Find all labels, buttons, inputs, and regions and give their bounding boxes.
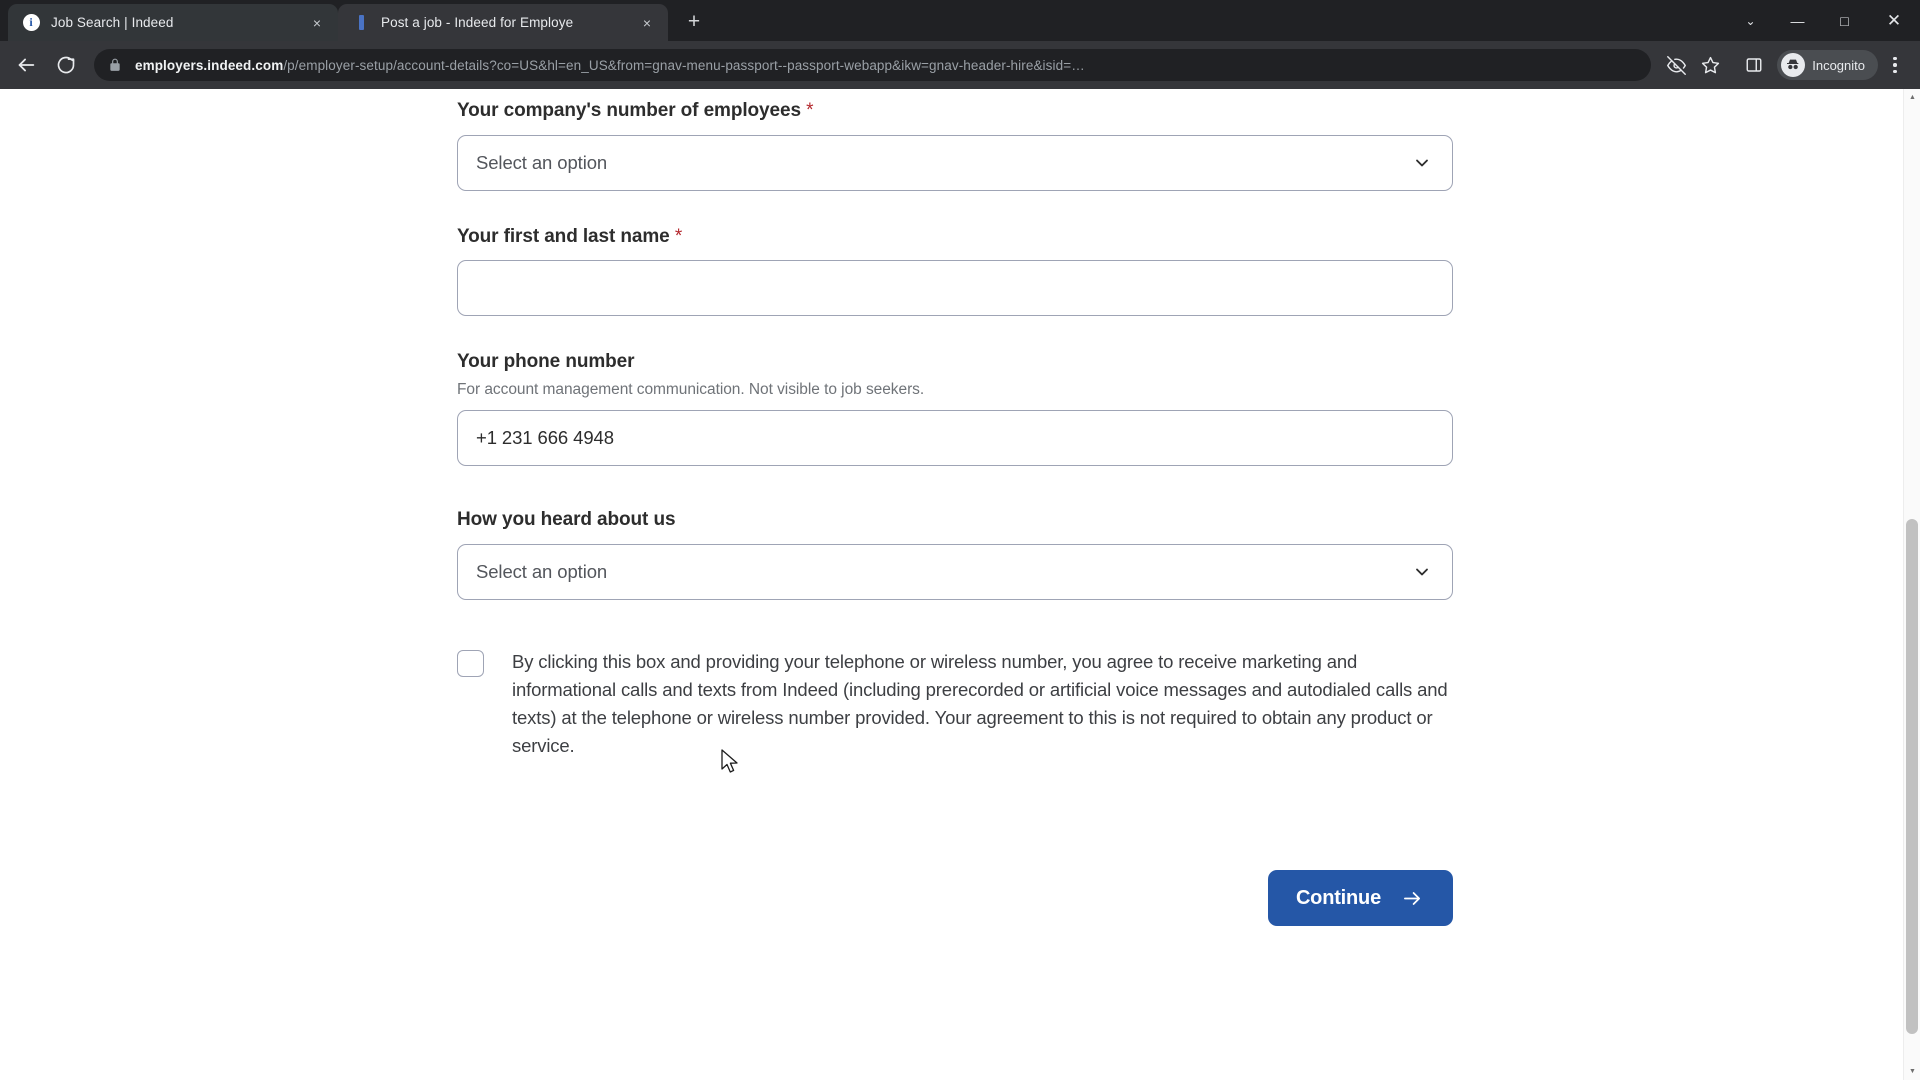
tab-strip: i Job Search | Indeed × Post a job - Ind… xyxy=(0,0,1920,41)
url-host: employers.indeed.com xyxy=(135,57,284,73)
chevron-down-icon xyxy=(1412,562,1432,582)
bookmark-star-icon[interactable] xyxy=(1693,48,1727,82)
continue-button[interactable]: Continue xyxy=(1267,870,1453,927)
close-window-icon[interactable]: ✕ xyxy=(1868,0,1920,41)
profile-label: Incognito xyxy=(1812,57,1865,73)
scroll-up-icon[interactable]: ▲ xyxy=(1904,89,1920,106)
field-label-text: Your first and last name xyxy=(457,225,670,247)
browser-toolbar: employers.indeed.com/p/employer-setup/ac… xyxy=(0,41,1920,89)
employees-select[interactable]: Select an option xyxy=(457,134,1453,191)
field-label-text: Your company's number of employees xyxy=(457,100,801,121)
tab-search-icon[interactable]: ⌄ xyxy=(1727,0,1774,41)
incognito-avatar-icon xyxy=(1781,53,1806,77)
phone-value: +1 231 666 4948 xyxy=(476,427,614,449)
profile-incognito-button[interactable]: Incognito xyxy=(1777,50,1878,80)
lock-icon xyxy=(108,58,124,72)
phone-input[interactable]: +1 231 666 4948 xyxy=(457,410,1453,467)
back-icon[interactable] xyxy=(8,47,44,83)
chevron-down-icon xyxy=(1412,153,1432,173)
tab-post-a-job[interactable]: Post a job - Indeed for Employe × xyxy=(338,4,668,41)
field-how-you-heard: How you heard about us Select an option xyxy=(457,508,1453,600)
required-marker: * xyxy=(806,100,814,121)
tab-title: Job Search | Indeed xyxy=(51,15,174,30)
indeed-bar-icon xyxy=(352,14,370,32)
tab-close-icon[interactable]: × xyxy=(306,12,328,34)
arrow-right-icon xyxy=(1399,889,1425,908)
tab-close-icon[interactable]: × xyxy=(636,12,658,34)
indeed-info-icon: i xyxy=(22,14,40,32)
vertical-scrollbar[interactable]: ▲ ▼ xyxy=(1903,89,1920,1080)
continue-button-label: Continue xyxy=(1295,886,1381,909)
scrollbar-thumb[interactable] xyxy=(1906,519,1918,1034)
scroll-down-icon[interactable]: ▼ xyxy=(1904,1063,1920,1080)
marketing-consent-text: By clicking this box and providing your … xyxy=(512,650,1448,757)
url-text: employers.indeed.com/p/employer-setup/ac… xyxy=(135,58,1085,73)
third-party-cookies-blocked-icon[interactable] xyxy=(1659,48,1693,82)
form-actions: Continue xyxy=(457,870,1453,927)
maximize-icon[interactable]: □ xyxy=(1821,0,1868,41)
chrome-menu-icon[interactable] xyxy=(1880,48,1910,82)
full-name-input[interactable] xyxy=(457,260,1453,317)
tab-title: Post a job - Indeed for Employe xyxy=(381,15,574,30)
window-controls: ⌄ — □ ✕ xyxy=(1727,0,1920,41)
marketing-consent-checkbox[interactable] xyxy=(457,649,484,677)
browser-window: i Job Search | Indeed × Post a job - Ind… xyxy=(0,0,1920,1080)
address-bar[interactable]: employers.indeed.com/p/employer-setup/ac… xyxy=(94,49,1652,81)
field-number-of-employees: Your company's number of employees * Sel… xyxy=(457,99,1453,191)
url-path: /p/employer-setup/account-details?co=US&… xyxy=(283,57,1085,73)
field-label: Your first and last name * xyxy=(457,225,1453,250)
how-you-heard-value: Select an option xyxy=(476,560,608,582)
account-details-form: Your company's number of employees * Sel… xyxy=(0,89,1920,1080)
minimize-icon[interactable]: — xyxy=(1774,0,1821,41)
field-label: How you heard about us xyxy=(457,509,676,531)
new-tab-button[interactable]: + xyxy=(677,5,711,39)
field-phone-number: Your phone number For account management… xyxy=(457,350,1453,467)
page-viewport: Your company's number of employees * Sel… xyxy=(0,89,1920,1080)
how-you-heard-select[interactable]: Select an option xyxy=(457,543,1453,600)
phone-help-text: For account management communication. No… xyxy=(457,381,925,399)
employees-select-value: Select an option xyxy=(476,151,608,173)
marketing-consent-row[interactable]: By clicking this box and providing your … xyxy=(457,648,1457,760)
field-label: Your phone number xyxy=(457,351,635,373)
field-full-name: Your first and last name * xyxy=(457,225,1453,317)
field-label: Your company's number of employees * xyxy=(457,99,1453,124)
side-panel-icon[interactable] xyxy=(1737,48,1771,82)
reload-icon[interactable] xyxy=(48,47,84,83)
tab-job-search[interactable]: i Job Search | Indeed × xyxy=(8,4,338,41)
required-marker: * xyxy=(674,225,683,247)
